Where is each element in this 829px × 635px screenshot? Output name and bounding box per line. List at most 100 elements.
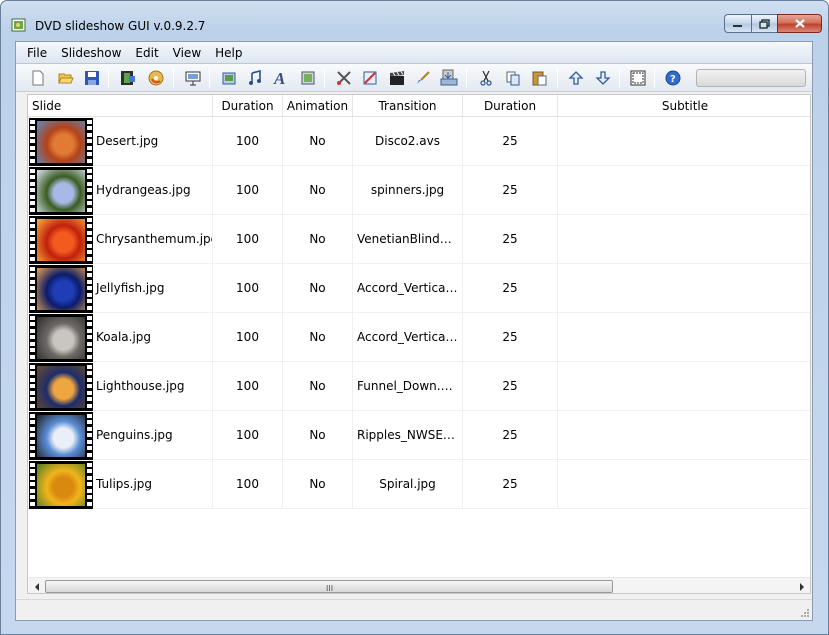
cell-transition[interactable]: spinners.jpg (353, 166, 463, 215)
cell-subtitle[interactable] (558, 117, 810, 166)
slide-list[interactable]: Slide Duration Animation Transition Dura… (27, 94, 811, 594)
copy-button[interactable] (503, 68, 523, 88)
cell-subtitle[interactable] (558, 411, 810, 460)
save-button[interactable] (82, 68, 102, 88)
cell-animation[interactable]: No (283, 411, 353, 460)
menu-help[interactable]: Help (208, 42, 249, 64)
slide-thumbnail (29, 411, 93, 460)
move-down-button[interactable] (593, 68, 613, 88)
cell-transition-duration[interactable]: 25 (463, 460, 558, 509)
slide-filename: Tulips.jpg (96, 477, 153, 491)
column-transition-duration[interactable]: Duration (463, 95, 558, 117)
cell-subtitle[interactable] (558, 313, 810, 362)
export-icon (440, 69, 458, 86)
export-button[interactable] (439, 68, 459, 88)
cell-duration[interactable]: 100 (213, 460, 283, 509)
menu-slideshow[interactable]: Slideshow (54, 42, 128, 64)
cell-transition[interactable]: Disco2.avs (353, 117, 463, 166)
table-row[interactable]: Penguins.jpg 100 No Ripples_NWSE_2.... 25 (28, 411, 810, 460)
cell-animation[interactable]: No (283, 215, 353, 264)
cell-animation[interactable]: No (283, 264, 353, 313)
table-row[interactable]: Chrysanthemum.jpg 100 No VenetianBlinds_...… (28, 215, 810, 264)
slide-thumbnail (29, 264, 93, 313)
scroll-thumb[interactable]: III (45, 580, 613, 593)
scroll-right-button[interactable] (793, 578, 810, 593)
column-transition[interactable]: Transition (353, 95, 463, 117)
restore-button[interactable] (751, 14, 777, 33)
column-slide[interactable]: Slide (28, 95, 213, 117)
cell-transition-duration[interactable]: 25 (463, 313, 558, 362)
column-animation[interactable]: Animation (283, 95, 353, 117)
scroll-left-button[interactable] (28, 578, 45, 593)
cell-transition[interactable]: Accord_Vertical_... (353, 264, 463, 313)
open-button[interactable] (56, 68, 76, 88)
help-button[interactable]: ? (663, 68, 683, 88)
move-up-button[interactable] (566, 68, 586, 88)
cell-transition-duration[interactable]: 25 (463, 264, 558, 313)
cell-transition-duration[interactable]: 25 (463, 215, 558, 264)
table-row[interactable]: Lighthouse.jpg 100 No Funnel_Down.avs 25 (28, 362, 810, 411)
cell-animation[interactable]: No (283, 313, 353, 362)
new-button[interactable] (28, 68, 48, 88)
cell-transition-duration[interactable]: 25 (463, 411, 558, 460)
resize-grip-icon[interactable] (800, 608, 810, 618)
tools-button[interactable] (334, 68, 354, 88)
menu-file[interactable]: File (16, 42, 54, 64)
cell-subtitle[interactable] (558, 166, 810, 215)
cell-animation[interactable]: No (283, 117, 353, 166)
cell-subtitle[interactable] (558, 460, 810, 509)
slide-thumbnail (29, 166, 93, 215)
table-row[interactable]: Jellyfish.jpg 100 No Accord_Vertical_... 25 (28, 264, 810, 313)
menu-view[interactable]: View (166, 42, 208, 64)
slide-filename: Chrysanthemum.jpg (96, 232, 213, 246)
cell-duration[interactable]: 100 (213, 313, 283, 362)
cell-subtitle[interactable] (558, 215, 810, 264)
cell-duration[interactable]: 100 (213, 215, 283, 264)
cell-duration[interactable]: 100 (213, 362, 283, 411)
title-bar[interactable]: DVD slideshow GUI v.0.9.2.7 (1, 1, 828, 41)
table-row[interactable]: Tulips.jpg 100 No Spiral.jpg 25 (28, 460, 810, 509)
cell-transition[interactable]: VenetianBlinds_... (353, 215, 463, 264)
crop-button[interactable] (360, 68, 380, 88)
cell-animation[interactable]: No (283, 460, 353, 509)
cell-transition[interactable]: Ripples_NWSE_2.... (353, 411, 463, 460)
burn-dvd-button[interactable] (146, 68, 166, 88)
cell-transition[interactable]: Accord_Vertical_... (353, 313, 463, 362)
cell-transition-duration[interactable]: 25 (463, 117, 558, 166)
slide-thumbnail (29, 460, 93, 509)
cell-duration[interactable]: 100 (213, 117, 283, 166)
cell-duration[interactable]: 100 (213, 411, 283, 460)
cell-duration[interactable]: 100 (213, 264, 283, 313)
add-audio-button[interactable] (245, 68, 265, 88)
cut-button[interactable] (476, 68, 496, 88)
add-slides-button[interactable] (118, 68, 138, 88)
paste-button[interactable] (529, 68, 549, 88)
cell-animation[interactable]: No (283, 362, 353, 411)
cell-subtitle[interactable] (558, 264, 810, 313)
add-text-button[interactable]: A (271, 68, 291, 88)
cell-transition-duration[interactable]: 25 (463, 362, 558, 411)
column-subtitle[interactable]: Subtitle (558, 95, 810, 117)
cell-duration[interactable]: 100 (213, 166, 283, 215)
preview-button[interactable] (183, 68, 203, 88)
column-duration[interactable]: Duration (213, 95, 283, 117)
cell-animation[interactable]: No (283, 166, 353, 215)
add-image-button[interactable] (219, 68, 239, 88)
table-row[interactable]: Desert.jpg 100 No Disco2.avs 25 (28, 117, 810, 166)
table-row[interactable]: Koala.jpg 100 No Accord_Vertical_... 25 (28, 313, 810, 362)
cell-transition-duration[interactable]: 25 (463, 166, 558, 215)
minimize-button[interactable] (724, 14, 751, 33)
cell-subtitle[interactable] (558, 362, 810, 411)
select-all-button[interactable] (628, 68, 648, 88)
menu-edit[interactable]: Edit (128, 42, 165, 64)
close-button[interactable] (777, 14, 822, 33)
table-row[interactable]: Hydrangeas.jpg 100 No spinners.jpg 25 (28, 166, 810, 215)
clapper-button[interactable] (387, 68, 407, 88)
move-up-icon (568, 71, 584, 85)
cell-transition[interactable]: Spiral.jpg (353, 460, 463, 509)
add-background-button[interactable] (298, 68, 318, 88)
cell-transition[interactable]: Funnel_Down.avs (353, 362, 463, 411)
brush-button[interactable] (413, 68, 433, 88)
horizontal-scrollbar[interactable]: III (28, 577, 810, 593)
slide-filename: Lighthouse.jpg (96, 379, 185, 393)
